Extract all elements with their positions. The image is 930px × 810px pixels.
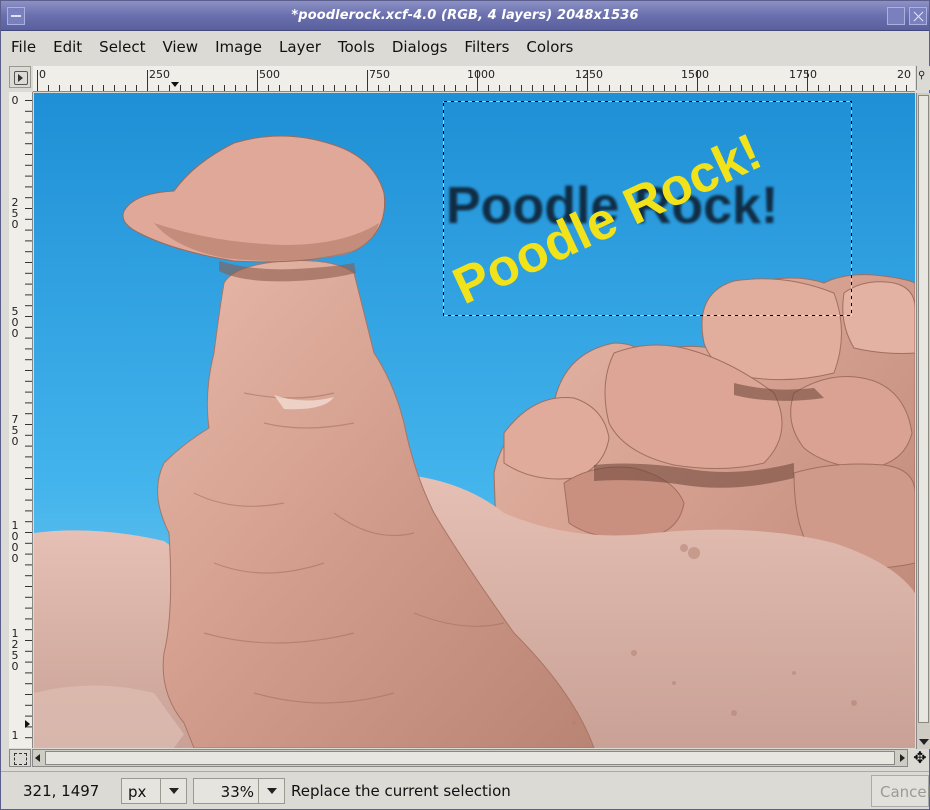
ruler-pointer-icon [171,82,179,87]
hruler-label: 20 [897,68,911,81]
zoom-dropdown-button[interactable] [258,779,284,803]
vruler-label: 1000 [11,519,19,565]
unit-selector[interactable]: px [121,778,187,804]
chevron-down-icon [267,788,277,794]
zoom-selector[interactable]: 33% [193,778,285,804]
close-icon[interactable] [909,7,927,25]
vertical-scroll-thumb[interactable] [918,95,929,723]
menu-colors[interactable]: Colors [526,38,573,56]
magnifier-icon: ⚲ [918,70,926,81]
unit-value: px [128,783,147,801]
menu-tools[interactable]: Tools [338,38,375,56]
play-arrow-icon [18,74,23,82]
navigate-icon[interactable]: ✥ [910,749,930,767]
menu-bar: File Edit Select View Image Layer Tools … [1,32,929,62]
image-canvas[interactable]: Poodle Rock! Poodle Rock! [34,93,915,748]
vruler-label: 1 [11,729,19,742]
vruler-label: 250 [11,196,19,231]
horizontal-ruler[interactable]: 0 250 500 750 1000 1250 1500 1750 20 [33,66,915,92]
vruler-label: 0 [11,94,19,107]
menu-filters[interactable]: Filters [464,38,509,56]
menu-dialogs[interactable]: Dialogs [392,38,448,56]
scroll-down-icon[interactable] [919,739,929,745]
hruler-label: 500 [259,68,280,81]
menu-view[interactable]: View [162,38,198,56]
vertical-ruler[interactable]: 0 250 500 750 1000 1250 1 [9,92,33,748]
vertical-scrollbar[interactable] [916,93,930,749]
menu-file[interactable]: File [11,38,36,56]
status-bar: 321, 1497 px 33% Replace the current sel… [1,771,930,809]
chevron-down-icon [169,788,179,794]
vruler-label: 750 [11,413,19,448]
scroll-right-icon[interactable] [900,754,905,762]
hruler-label: 250 [149,68,170,81]
menu-image[interactable]: Image [215,38,262,56]
unit-dropdown-button[interactable] [160,779,186,803]
gimp-image-window: *poodlerock.xcf-4.0 (RGB, 4 layers) 2048… [0,0,930,810]
horizontal-scroll-thumb[interactable] [45,751,895,765]
hruler-label: 1500 [681,68,709,81]
menu-edit[interactable]: Edit [53,38,82,56]
zoom-value: 33% [220,783,254,801]
cancel-label: Cancel [880,783,930,801]
bottom-scroll-row: ✥ [9,749,930,767]
menu-select[interactable]: Select [99,38,145,56]
hruler-label: 1000 [467,68,495,81]
quick-mask-toggle[interactable] [9,749,31,767]
image-menu-button[interactable] [9,66,31,88]
hruler-label: 1750 [789,68,817,81]
maximize-icon[interactable] [887,7,905,25]
hruler-label: 0 [39,68,46,81]
horizontal-scrollbar[interactable] [32,749,908,767]
hruler-label: 750 [369,68,390,81]
zoom-fit-button[interactable]: ⚲ [916,66,930,90]
cancel-button[interactable]: Cancel [871,775,930,807]
hruler-label: 1250 [575,68,603,81]
status-message: Replace the current selection [291,782,511,800]
vruler-label: 1250 [11,627,19,673]
window-title: *poodlerock.xcf-4.0 (RGB, 4 layers) 2048… [291,8,639,23]
title-bar[interactable]: *poodlerock.xcf-4.0 (RGB, 4 layers) 2048… [1,1,929,31]
menu-layer[interactable]: Layer [279,38,321,56]
vruler-label: 500 [11,305,19,340]
scroll-left-icon[interactable] [35,754,40,762]
poodle-rock-image: Poodle Rock! Poodle Rock! [34,93,915,748]
pointer-coordinates: 321, 1497 [23,782,100,800]
